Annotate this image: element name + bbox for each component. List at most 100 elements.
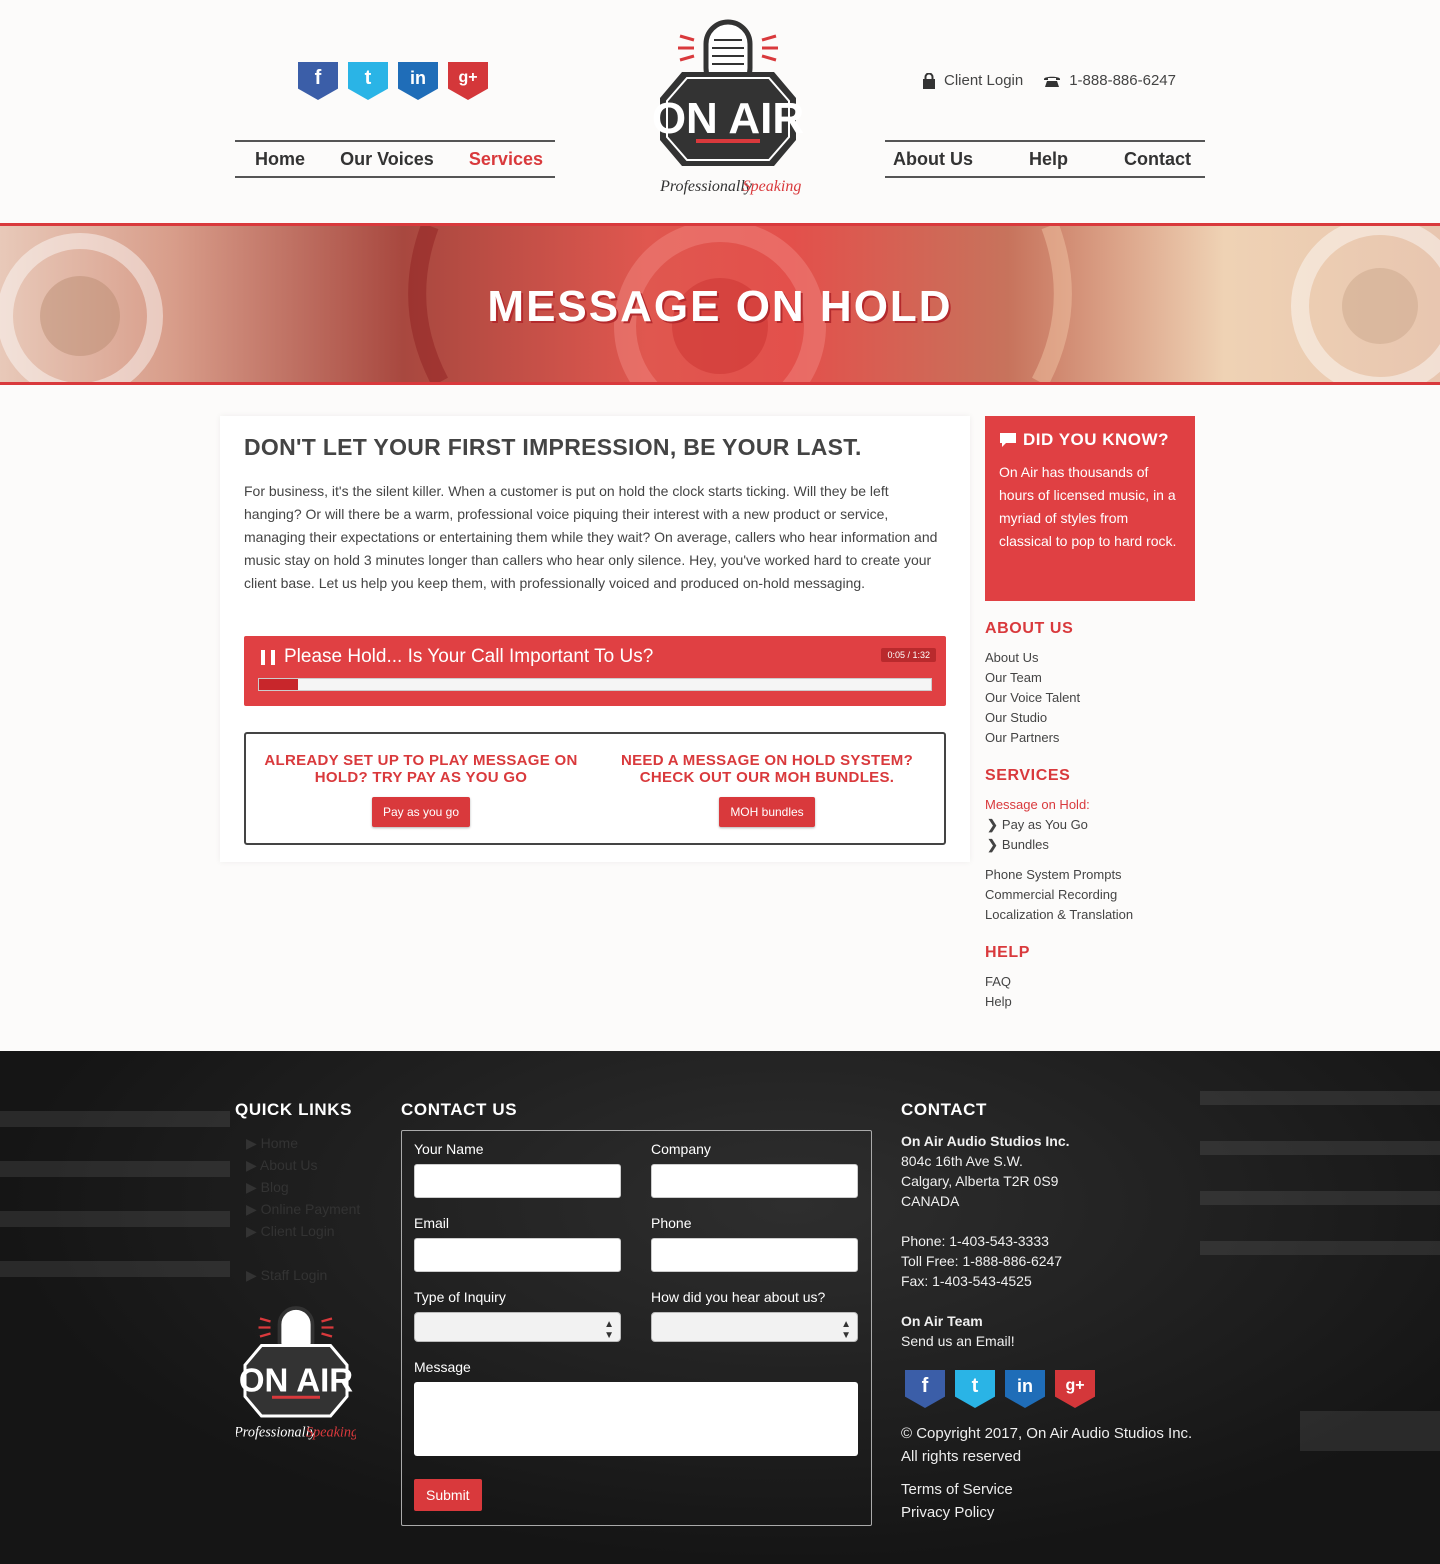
footer-toll-free[interactable]: Toll Free: 1-888-886-6247	[901, 1251, 1070, 1271]
header-phone[interactable]: 1-888-886-6247	[1069, 72, 1176, 89]
email-link[interactable]: Send us an Email!	[901, 1331, 1070, 1351]
pause-icon[interactable]	[261, 650, 275, 665]
sidebar-commercial-recording[interactable]: Commercial Recording	[985, 885, 1133, 905]
quick-link-client-login-label: Client Login	[260, 1223, 335, 1239]
sidebar-pay-as-you-go[interactable]: ❯ Pay as You Go	[985, 815, 1133, 835]
quick-link-home-label: Home	[260, 1135, 299, 1151]
dyk-title: DID YOU KNOW?	[999, 430, 1181, 450]
quick-link-client-login[interactable]: ▶ Client Login	[246, 1220, 360, 1242]
inquiry-select[interactable]: ▲ ▼	[414, 1312, 621, 1342]
main-content-card: DON'T LET YOUR FIRST IMPRESSION, BE YOUR…	[220, 416, 970, 862]
nav-contact[interactable]: Contact	[1124, 149, 1191, 170]
page-headline: DON'T LET YOUR FIRST IMPRESSION, BE YOUR…	[244, 434, 862, 460]
contact-spacer	[901, 1291, 1070, 1311]
cta-left-title: ALREADY SET UP TO PLAY MESSAGE ON HOLD? …	[264, 752, 578, 786]
sidebar-our-team[interactable]: Our Team	[985, 668, 1080, 688]
linkedin-icon[interactable]: in	[1005, 1370, 1045, 1408]
site-logo[interactable]: ON AIR Professionally Speaking	[648, 18, 808, 198]
email-input[interactable]	[414, 1238, 621, 1272]
sidebar-our-studio[interactable]: Our Studio	[985, 708, 1080, 728]
contact-form: Your Name Company Email Phone Type of In…	[401, 1130, 872, 1526]
player-title: Please Hold... Is Your Call Important To…	[284, 646, 654, 667]
chevron-right-icon: ❯	[987, 837, 998, 852]
select-arrows-icon: ▲ ▼	[604, 1319, 614, 1341]
footer-logo-text: ON AIR	[239, 1361, 353, 1398]
sidebar-phone-system-prompts[interactable]: Phone System Prompts	[985, 865, 1133, 885]
sidebar-our-voice-talent[interactable]: Our Voice Talent	[985, 688, 1080, 708]
speech-bubble-icon	[1000, 433, 1016, 447]
quick-link-online-payment[interactable]: ▶ Online Payment	[246, 1198, 360, 1220]
logo-text: ON AIR	[652, 94, 804, 143]
quick-link-about-label: About Us	[259, 1157, 318, 1173]
facebook-icon[interactable]: f	[905, 1370, 945, 1408]
hear-label: How did you hear about us?	[651, 1289, 826, 1305]
contact-heading: CONTACT	[901, 1100, 988, 1119]
quick-link-staff-login-label: Staff Login	[260, 1267, 328, 1283]
facebook-icon[interactable]: f	[298, 62, 338, 100]
team-name: On Air Team	[901, 1313, 983, 1329]
dyk-title-text: DID YOU KNOW?	[1023, 430, 1169, 449]
message-textarea[interactable]	[414, 1382, 858, 1456]
sidebar-help[interactable]: Help	[985, 992, 1012, 1012]
company-input[interactable]	[651, 1164, 858, 1198]
googleplus-icon[interactable]: g+	[448, 62, 488, 100]
inquiry-label: Type of Inquiry	[414, 1289, 506, 1305]
cta-right-title: NEED A MESSAGE ON HOLD SYSTEM? CHECK OUT…	[620, 752, 914, 786]
sidebar-bundles-label: Bundles	[1001, 837, 1049, 852]
quick-link-blog[interactable]: ▶ Blog	[246, 1176, 360, 1198]
your-name-input[interactable]	[414, 1164, 621, 1198]
company-name: On Air Audio Studios Inc.	[901, 1133, 1070, 1149]
copyright-line: © Copyright 2017, On Air Audio Studios I…	[901, 1425, 1193, 1442]
sidebar-our-partners[interactable]: Our Partners	[985, 728, 1080, 748]
client-login-link[interactable]: Client Login	[944, 72, 1023, 89]
footer-logo[interactable]: ON AIR Professionally Speaking	[233, 1300, 358, 1445]
submit-button[interactable]: Submit	[414, 1479, 482, 1511]
phone-input[interactable]	[651, 1238, 858, 1272]
your-name-label: Your Name	[414, 1141, 484, 1157]
sidebar-faq[interactable]: FAQ	[985, 972, 1012, 992]
player-progress-bar[interactable]	[258, 678, 932, 691]
contact-spacer	[901, 1211, 1070, 1231]
footer-fax: Fax: 1-403-543-4525	[901, 1273, 1032, 1289]
logo-tagline-2: Speaking	[743, 178, 802, 195]
privacy-link[interactable]: Privacy Policy	[901, 1501, 1013, 1524]
sidebar-about-heading: ABOUT US	[985, 620, 1074, 637]
linkedin-icon[interactable]: in	[398, 62, 438, 100]
nav-home[interactable]: Home	[255, 149, 305, 170]
contact-info: On Air Audio Studios Inc. 804c 16th Ave …	[901, 1131, 1070, 1351]
footer-phone[interactable]: Phone: 1-403-543-3333	[901, 1231, 1070, 1251]
footer-logo-tagline-1: Professionally	[236, 1424, 317, 1440]
intro-paragraph: For business, it's the silent killer. Wh…	[244, 483, 938, 591]
nav-our-voices[interactable]: Our Voices	[340, 149, 434, 170]
twitter-icon[interactable]: t	[955, 1370, 995, 1408]
copyright: © Copyright 2017, On Air Audio Studios I…	[901, 1422, 1192, 1468]
select-arrows-icon: ▲ ▼	[841, 1319, 851, 1341]
sidebar-about-us[interactable]: About Us	[985, 648, 1080, 668]
moh-bundles-button[interactable]: MOH bundles	[719, 797, 815, 827]
pay-as-you-go-button[interactable]: Pay as you go	[371, 797, 471, 827]
cta-box: ALREADY SET UP TO PLAY MESSAGE ON HOLD? …	[244, 732, 946, 845]
message-label: Message	[414, 1359, 471, 1375]
nav-about-us[interactable]: About Us	[893, 149, 973, 170]
sidebar-services-heading: SERVICES	[985, 767, 1071, 784]
sidebar-message-on-hold[interactable]: Message on Hold:	[985, 795, 1133, 815]
dyk-text: On Air has thousands of hours of license…	[999, 464, 1177, 549]
address-line-2: Calgary, Alberta T2R 0S9	[901, 1173, 1059, 1189]
hear-select[interactable]: ▲ ▼	[651, 1312, 858, 1342]
sidebar-help-heading: HELP	[985, 944, 1031, 961]
cta-moh-bundles: NEED A MESSAGE ON HOLD SYSTEM? CHECK OUT…	[602, 752, 932, 827]
quick-link-home[interactable]: ▶ Home	[246, 1132, 360, 1154]
quick-link-blog-label: Blog	[260, 1179, 289, 1195]
quick-link-about[interactable]: ▶ About Us	[246, 1154, 360, 1176]
quick-links-heading: QUICK LINKS	[235, 1100, 353, 1119]
nav-help[interactable]: Help	[1029, 149, 1068, 170]
footer-social-links: f t in g+	[905, 1370, 1095, 1408]
sidebar-bundles[interactable]: ❯ Bundles	[985, 835, 1133, 855]
terms-link[interactable]: Terms of Service	[901, 1478, 1013, 1501]
googleplus-icon[interactable]: g+	[1055, 1370, 1095, 1408]
nav-services[interactable]: Services	[469, 149, 543, 170]
sidebar-localization[interactable]: Localization & Translation	[985, 905, 1133, 925]
quick-link-staff-login[interactable]: ▶ Staff Login	[246, 1264, 360, 1286]
twitter-icon[interactable]: t	[348, 62, 388, 100]
